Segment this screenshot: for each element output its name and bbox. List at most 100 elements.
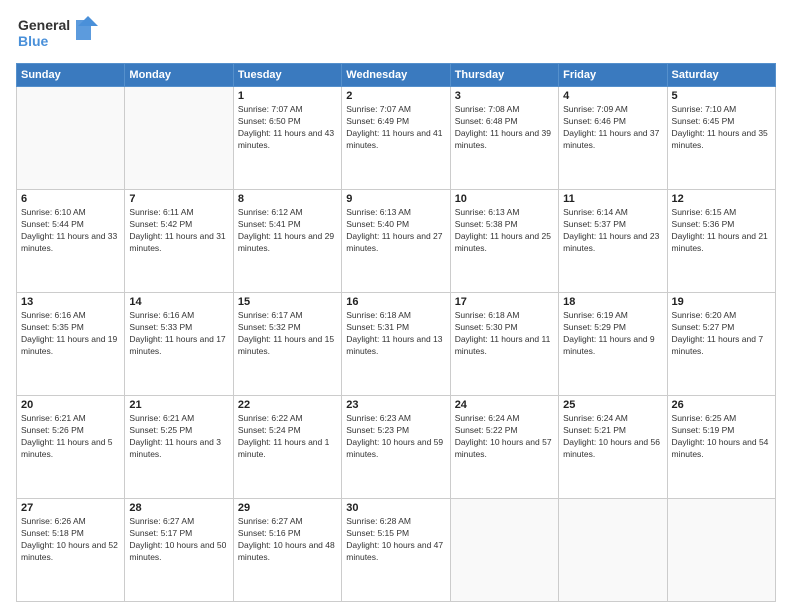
day-info: Sunrise: 6:12 AM Sunset: 5:41 PM Dayligh… bbox=[238, 207, 337, 255]
calendar-cell: 27 Sunrise: 6:26 AM Sunset: 5:18 PM Dayli… bbox=[17, 499, 125, 602]
calendar-cell bbox=[125, 87, 233, 190]
calendar-cell: 11 Sunrise: 6:14 AM Sunset: 5:37 PM Dayli… bbox=[559, 190, 667, 293]
day-number: 10 bbox=[455, 193, 554, 205]
calendar-cell: 3 Sunrise: 7:08 AM Sunset: 6:48 PM Daylig… bbox=[450, 87, 558, 190]
page: General Blue SundayMondayTuesdayWednesda… bbox=[0, 0, 792, 612]
calendar-cell: 20 Sunrise: 6:21 AM Sunset: 5:26 PM Dayli… bbox=[17, 396, 125, 499]
day-info: Sunrise: 6:16 AM Sunset: 5:35 PM Dayligh… bbox=[21, 310, 120, 358]
calendar-cell: 6 Sunrise: 6:10 AM Sunset: 5:44 PM Daylig… bbox=[17, 190, 125, 293]
calendar-cell: 8 Sunrise: 6:12 AM Sunset: 5:41 PM Daylig… bbox=[233, 190, 341, 293]
day-info: Sunrise: 7:09 AM Sunset: 6:46 PM Dayligh… bbox=[563, 104, 662, 152]
weekday-header-thursday: Thursday bbox=[450, 64, 558, 87]
day-number: 5 bbox=[672, 90, 771, 102]
day-info: Sunrise: 6:16 AM Sunset: 5:33 PM Dayligh… bbox=[129, 310, 228, 358]
calendar-cell: 22 Sunrise: 6:22 AM Sunset: 5:24 PM Dayli… bbox=[233, 396, 341, 499]
day-number: 22 bbox=[238, 399, 337, 411]
logo-text: General Blue bbox=[16, 12, 106, 57]
day-info: Sunrise: 6:19 AM Sunset: 5:29 PM Dayligh… bbox=[563, 310, 662, 358]
calendar-cell: 1 Sunrise: 7:07 AM Sunset: 6:50 PM Daylig… bbox=[233, 87, 341, 190]
day-info: Sunrise: 6:18 AM Sunset: 5:31 PM Dayligh… bbox=[346, 310, 445, 358]
day-number: 29 bbox=[238, 502, 337, 514]
day-number: 30 bbox=[346, 502, 445, 514]
weekday-header-sunday: Sunday bbox=[17, 64, 125, 87]
day-number: 25 bbox=[563, 399, 662, 411]
calendar-cell: 13 Sunrise: 6:16 AM Sunset: 5:35 PM Dayli… bbox=[17, 293, 125, 396]
day-number: 11 bbox=[563, 193, 662, 205]
day-number: 27 bbox=[21, 502, 120, 514]
calendar-cell: 12 Sunrise: 6:15 AM Sunset: 5:36 PM Dayli… bbox=[667, 190, 775, 293]
day-info: Sunrise: 6:13 AM Sunset: 5:40 PM Dayligh… bbox=[346, 207, 445, 255]
day-number: 2 bbox=[346, 90, 445, 102]
calendar-cell: 2 Sunrise: 7:07 AM Sunset: 6:49 PM Daylig… bbox=[342, 87, 450, 190]
day-info: Sunrise: 6:28 AM Sunset: 5:15 PM Dayligh… bbox=[346, 516, 445, 564]
day-number: 28 bbox=[129, 502, 228, 514]
day-info: Sunrise: 6:18 AM Sunset: 5:30 PM Dayligh… bbox=[455, 310, 554, 358]
day-number: 16 bbox=[346, 296, 445, 308]
day-info: Sunrise: 6:25 AM Sunset: 5:19 PM Dayligh… bbox=[672, 413, 771, 461]
week-row-2: 6 Sunrise: 6:10 AM Sunset: 5:44 PM Daylig… bbox=[17, 190, 776, 293]
day-info: Sunrise: 6:27 AM Sunset: 5:17 PM Dayligh… bbox=[129, 516, 228, 564]
svg-text:Blue: Blue bbox=[18, 33, 49, 49]
day-info: Sunrise: 6:11 AM Sunset: 5:42 PM Dayligh… bbox=[129, 207, 228, 255]
calendar-cell: 26 Sunrise: 6:25 AM Sunset: 5:19 PM Dayli… bbox=[667, 396, 775, 499]
day-info: Sunrise: 7:07 AM Sunset: 6:50 PM Dayligh… bbox=[238, 104, 337, 152]
calendar-table: SundayMondayTuesdayWednesdayThursdayFrid… bbox=[16, 63, 776, 602]
day-number: 3 bbox=[455, 90, 554, 102]
header: General Blue bbox=[16, 12, 776, 57]
calendar-cell: 14Sunrise: 6:16 AM Sunset: 5:33 PM Dayli… bbox=[125, 293, 233, 396]
day-info: Sunrise: 6:14 AM Sunset: 5:37 PM Dayligh… bbox=[563, 207, 662, 255]
day-info: Sunrise: 7:07 AM Sunset: 6:49 PM Dayligh… bbox=[346, 104, 445, 152]
calendar-cell: 7Sunrise: 6:11 AM Sunset: 5:42 PM Daylig… bbox=[125, 190, 233, 293]
day-info: Sunrise: 6:17 AM Sunset: 5:32 PM Dayligh… bbox=[238, 310, 337, 358]
week-row-5: 27 Sunrise: 6:26 AM Sunset: 5:18 PM Dayli… bbox=[17, 499, 776, 602]
day-number: 6 bbox=[21, 193, 120, 205]
day-number: 15 bbox=[238, 296, 337, 308]
day-number: 19 bbox=[672, 296, 771, 308]
day-info: Sunrise: 7:10 AM Sunset: 6:45 PM Dayligh… bbox=[672, 104, 771, 152]
week-row-1: 1 Sunrise: 7:07 AM Sunset: 6:50 PM Daylig… bbox=[17, 87, 776, 190]
calendar-cell: 21Sunrise: 6:21 AM Sunset: 5:25 PM Dayli… bbox=[125, 396, 233, 499]
calendar-cell: 17Sunrise: 6:18 AM Sunset: 5:30 PM Dayli… bbox=[450, 293, 558, 396]
day-info: Sunrise: 6:26 AM Sunset: 5:18 PM Dayligh… bbox=[21, 516, 120, 564]
calendar-cell: 4 Sunrise: 7:09 AM Sunset: 6:46 PM Daylig… bbox=[559, 87, 667, 190]
weekday-header-friday: Friday bbox=[559, 64, 667, 87]
day-info: Sunrise: 6:27 AM Sunset: 5:16 PM Dayligh… bbox=[238, 516, 337, 564]
day-info: Sunrise: 6:10 AM Sunset: 5:44 PM Dayligh… bbox=[21, 207, 120, 255]
day-info: Sunrise: 6:23 AM Sunset: 5:23 PM Dayligh… bbox=[346, 413, 445, 461]
calendar-cell: 10Sunrise: 6:13 AM Sunset: 5:38 PM Dayli… bbox=[450, 190, 558, 293]
day-info: Sunrise: 6:21 AM Sunset: 5:26 PM Dayligh… bbox=[21, 413, 120, 461]
day-number: 9 bbox=[346, 193, 445, 205]
calendar-cell: 30 Sunrise: 6:28 AM Sunset: 5:15 PM Dayli… bbox=[342, 499, 450, 602]
calendar-cell: 23 Sunrise: 6:23 AM Sunset: 5:23 PM Dayli… bbox=[342, 396, 450, 499]
calendar-cell bbox=[667, 499, 775, 602]
day-number: 20 bbox=[21, 399, 120, 411]
day-info: Sunrise: 7:08 AM Sunset: 6:48 PM Dayligh… bbox=[455, 104, 554, 152]
weekday-header-row: SundayMondayTuesdayWednesdayThursdayFrid… bbox=[17, 64, 776, 87]
day-info: Sunrise: 6:20 AM Sunset: 5:27 PM Dayligh… bbox=[672, 310, 771, 358]
day-number: 23 bbox=[346, 399, 445, 411]
calendar-cell: 25 Sunrise: 6:24 AM Sunset: 5:21 PM Dayli… bbox=[559, 396, 667, 499]
calendar-cell: 15 Sunrise: 6:17 AM Sunset: 5:32 PM Dayli… bbox=[233, 293, 341, 396]
day-number: 13 bbox=[21, 296, 120, 308]
weekday-header-saturday: Saturday bbox=[667, 64, 775, 87]
day-info: Sunrise: 6:22 AM Sunset: 5:24 PM Dayligh… bbox=[238, 413, 337, 461]
day-info: Sunrise: 6:24 AM Sunset: 5:22 PM Dayligh… bbox=[455, 413, 554, 461]
day-number: 1 bbox=[238, 90, 337, 102]
calendar-cell bbox=[450, 499, 558, 602]
week-row-4: 20 Sunrise: 6:21 AM Sunset: 5:26 PM Dayli… bbox=[17, 396, 776, 499]
day-number: 4 bbox=[563, 90, 662, 102]
calendar-cell: 9 Sunrise: 6:13 AM Sunset: 5:40 PM Daylig… bbox=[342, 190, 450, 293]
day-info: Sunrise: 6:15 AM Sunset: 5:36 PM Dayligh… bbox=[672, 207, 771, 255]
calendar-cell bbox=[17, 87, 125, 190]
week-row-3: 13 Sunrise: 6:16 AM Sunset: 5:35 PM Dayli… bbox=[17, 293, 776, 396]
day-number: 8 bbox=[238, 193, 337, 205]
weekday-header-monday: Monday bbox=[125, 64, 233, 87]
weekday-header-wednesday: Wednesday bbox=[342, 64, 450, 87]
day-number: 12 bbox=[672, 193, 771, 205]
day-number: 18 bbox=[563, 296, 662, 308]
calendar-cell: 24 Sunrise: 6:24 AM Sunset: 5:22 PM Dayli… bbox=[450, 396, 558, 499]
calendar-cell: 19 Sunrise: 6:20 AM Sunset: 5:27 PM Dayli… bbox=[667, 293, 775, 396]
day-number: 24 bbox=[455, 399, 554, 411]
day-number: 26 bbox=[672, 399, 771, 411]
day-info: Sunrise: 6:24 AM Sunset: 5:21 PM Dayligh… bbox=[563, 413, 662, 461]
